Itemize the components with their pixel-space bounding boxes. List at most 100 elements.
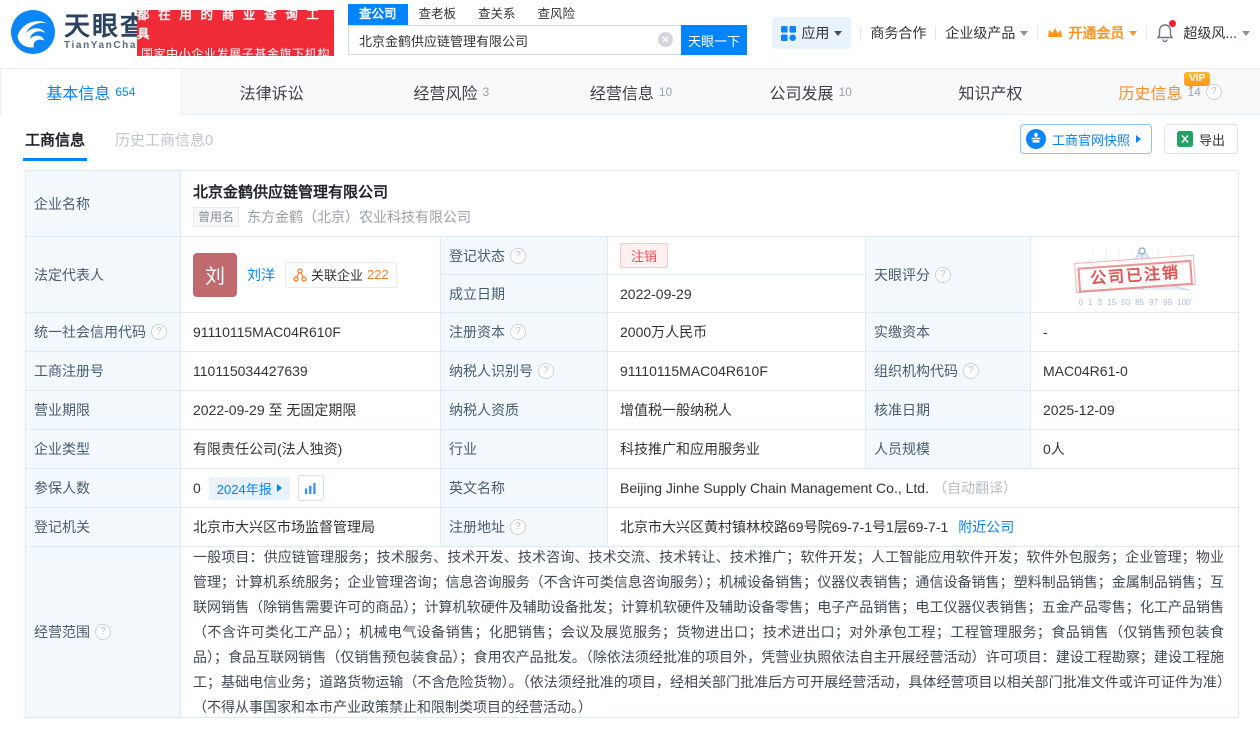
tab-operation-risk[interactable]: 经营风险 3 (361, 69, 541, 114)
field-company-name-label: 企业名称 (26, 171, 181, 237)
insured-count: 0 (193, 480, 201, 496)
nav-business-cooperation[interactable]: 商务合作 (870, 23, 926, 43)
grid-icon (781, 25, 797, 41)
nav-vip-label: 开通会员 (1068, 25, 1125, 41)
help-icon[interactable]: ? (510, 519, 526, 535)
help-icon[interactable]: ? (510, 324, 526, 340)
field-reg-authority-value: 北京市大兴区市场监督管理局 (181, 508, 441, 547)
field-credit-code-label: 统一社会信用代码? (26, 313, 181, 352)
search-button[interactable]: 天眼一下 (681, 25, 747, 55)
help-icon[interactable]: ? (538, 363, 554, 379)
tab-company-development[interactable]: 公司发展 10 (721, 69, 901, 114)
tab-legal-litigation[interactable]: 法律诉讼 (182, 69, 362, 114)
field-company-type-label: 企业类型 (26, 430, 181, 469)
logo-eye-icon (10, 9, 56, 55)
divider (1037, 26, 1039, 40)
field-reg-number-value: 110115034427639 (181, 352, 441, 391)
field-paid-capital-value: - (1031, 313, 1239, 352)
field-org-code-value: MAC04R61-0 (1031, 352, 1239, 391)
divider (860, 26, 862, 40)
field-company-name-value: 北京金鹤供应链管理有限公司 曾用名 东方金鹤（北京）农业科技有限公司 (181, 171, 1239, 237)
tab-label: 法律诉讼 (239, 85, 304, 103)
slogan-line2: 国家中小企业发展子基金旗下机构 (140, 47, 330, 61)
tab-operation-info[interactable]: 经营信息 10 (541, 69, 721, 114)
field-reg-number-label: 工商注册号 (26, 352, 181, 391)
tab-label: 经营信息 (589, 85, 654, 103)
nav-enterprise-products[interactable]: 企业级产品 (945, 23, 1029, 43)
search-area: 查公司 查老板 查关系 查风险 天眼一下 (348, 4, 747, 55)
notification-bell-icon[interactable] (1156, 20, 1177, 43)
excel-icon (1176, 131, 1193, 147)
brand-slogan-badge: 都 在 用 的 商 业 查 询 工 具 国家中小企业发展子基金旗下机构 (137, 8, 334, 61)
field-establish-date-label: 成立日期 (441, 275, 608, 313)
nav-super-risk[interactable]: 超级风... (1183, 23, 1250, 43)
field-reg-authority-label: 登记机关 (26, 508, 181, 547)
field-legal-rep-label: 法定代表人 (26, 237, 181, 313)
tab-label: 知识产权 (958, 85, 1023, 103)
english-name: Beijing Jinhe Supply Chain Management Co… (620, 480, 929, 496)
nav-open-vip[interactable]: 开通会员 (1047, 23, 1138, 43)
divider (1146, 26, 1148, 40)
field-company-type-value: 有限责任公司(法人独资) (181, 430, 441, 469)
field-english-name-label: 英文名称 (441, 469, 608, 508)
field-establish-date-value: 2022-09-29 (608, 275, 866, 313)
clear-icon[interactable] (658, 32, 673, 47)
snapshot-label: 工商官网快照 (1051, 132, 1130, 148)
tab-intellectual-property[interactable]: 知识产权 (901, 69, 1081, 114)
field-org-code-label: 组织机构代码? (866, 352, 1031, 391)
field-taxpayer-id-value: 91110115MAC04R610F (608, 352, 866, 391)
tab-basic-info[interactable]: 基本信息 654 (0, 69, 182, 115)
tab-count: 10 (838, 84, 852, 99)
nav-super-risk-label: 超级风... (1183, 25, 1237, 41)
nearby-companies-link[interactable]: 附近公司 (958, 517, 1014, 537)
help-icon[interactable]: ? (963, 363, 979, 379)
help-icon[interactable]: ? (510, 247, 526, 264)
field-business-scope-value: 一般项目：供应链管理服务；技术服务、技术开发、技术咨询、技术交流、技术转让、技术… (181, 547, 1239, 718)
tab-label: 历史信息 (1118, 85, 1183, 103)
related-companies-button[interactable]: 关联企业 222 (285, 261, 397, 288)
help-icon[interactable]: ? (151, 324, 167, 340)
search-input[interactable] (348, 25, 681, 55)
field-business-term-value: 2022-09-29 至 无固定期限 (181, 391, 441, 430)
tab-history-info[interactable]: 历史信息 14 ? VIP (1080, 69, 1260, 114)
tab-count: 10 (658, 84, 673, 99)
nav-enterprise-label: 企业级产品 (945, 25, 1016, 41)
search-tab-company[interactable]: 查公司 (348, 4, 408, 25)
search-tab-relation[interactable]: 查关系 (467, 4, 527, 25)
nav-apps[interactable]: 应用 (772, 17, 852, 49)
help-icon[interactable]: ? (935, 266, 951, 283)
search-tabs: 查公司 查老板 查关系 查风险 (348, 4, 747, 25)
help-icon[interactable]: ? (1205, 83, 1222, 100)
search-tab-boss[interactable]: 查老板 (408, 4, 468, 25)
vip-badge: VIP (1184, 72, 1211, 89)
field-credit-code-value: 91110115MAC04R610F (181, 313, 441, 352)
subtab-history-business-info[interactable]: 历史工商信息0 (115, 129, 213, 150)
field-reg-address-value: 北京市大兴区黄村镇林校路69号院69-7-1号1层69-7-1 附近公司 (608, 508, 1239, 547)
field-taxpayer-quality-value: 增值税一般纳税人 (608, 391, 866, 430)
chevron-down-icon (1129, 30, 1138, 36)
field-tyc-score-label: 天眼评分? (866, 237, 1031, 313)
crown-icon (1047, 27, 1063, 39)
export-button[interactable]: 导出 (1163, 124, 1238, 154)
tab-label: 公司发展 (769, 85, 834, 103)
search-tab-risk[interactable]: 查风险 (527, 4, 587, 25)
field-taxpayer-quality-label: 纳税人资质 (441, 391, 608, 430)
related-companies-count: 222 (367, 267, 389, 282)
legal-rep-link[interactable]: 刘洋 (247, 265, 275, 285)
help-icon[interactable]: ? (95, 624, 111, 640)
chevron-down-icon (1242, 30, 1250, 36)
avatar[interactable]: 刘 (193, 252, 237, 297)
subtab-business-info[interactable]: 工商信息 (22, 129, 88, 161)
auto-translate-note: （自动翻译） (932, 480, 1017, 496)
official-snapshot-button[interactable]: 工商官网快照 (1019, 124, 1152, 154)
field-english-name-value: Beijing Jinhe Supply Chain Management Co… (608, 469, 1239, 508)
export-label: 导出 (1198, 132, 1225, 148)
insured-trend-chart-button[interactable] (297, 475, 324, 501)
subtab-bar: 工商信息 历史工商信息0 工商官网快照 导出 (22, 115, 1238, 163)
header-nav: 应用 商务合作 企业级产品 开通会员 超级风... (772, 17, 1250, 49)
field-staff-size-value: 0人 (1031, 430, 1239, 469)
tab-count: 3 (482, 84, 490, 99)
annual-report-link[interactable]: 2024年报 (208, 476, 290, 500)
company-section-tabs: 基本信息 654 法律诉讼 经营风险 3 经营信息 10 公司发展 10 知识产… (0, 68, 1260, 115)
tab-count: 654 (115, 85, 136, 99)
